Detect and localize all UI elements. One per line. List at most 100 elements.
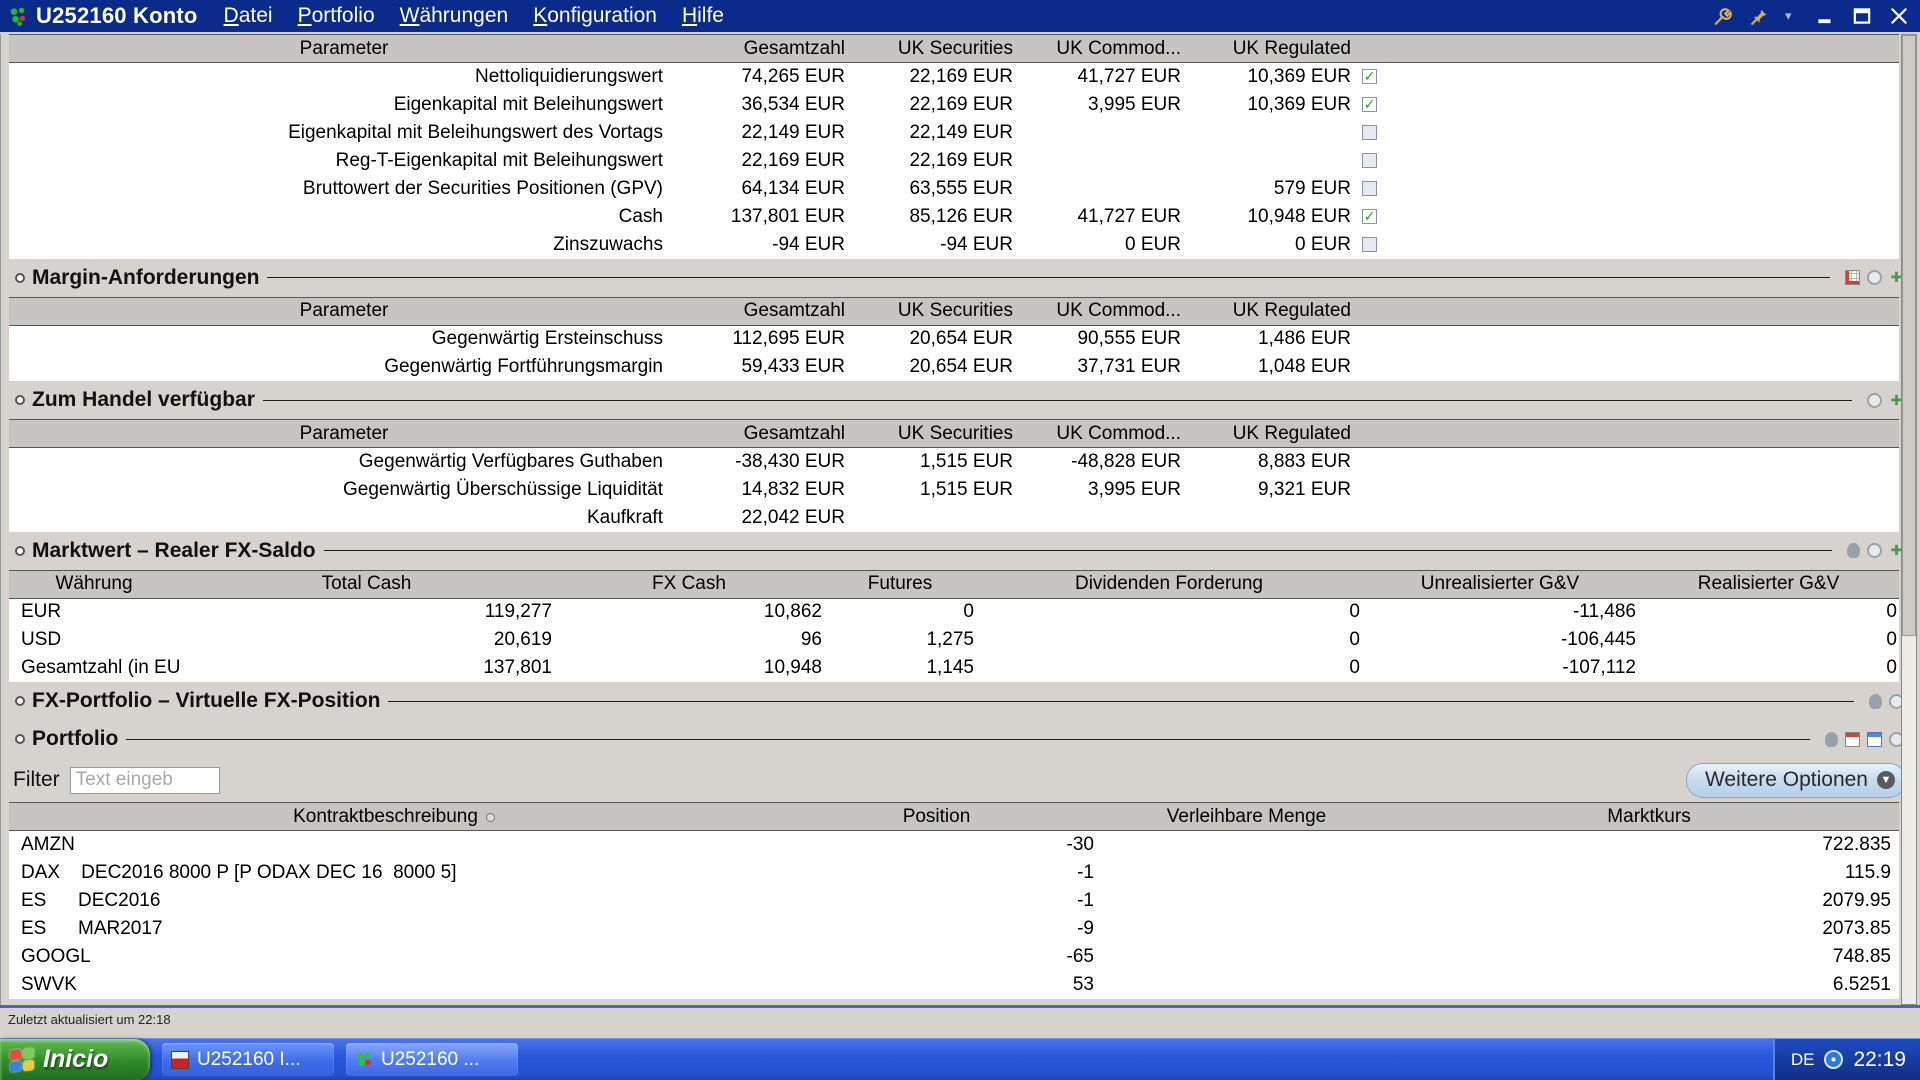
table-cell: -11,486	[1362, 598, 1638, 626]
column-header[interactable]: Total Cash	[179, 570, 554, 598]
column-header[interactable]: Verleihbare Menge	[1094, 803, 1399, 831]
collapse-toggle-icon[interactable]	[15, 273, 25, 283]
scrollbar-thumb[interactable]	[1902, 35, 1916, 636]
regulated-checkbox[interactable]	[1362, 125, 1377, 140]
collapse-toggle-icon[interactable]	[15, 696, 25, 706]
table-row[interactable]: EUR119,27710,86200-11,4860	[9, 598, 1899, 626]
regulated-checkbox[interactable]: ✓	[1362, 209, 1377, 224]
column-header[interactable]: UK Commod...	[1015, 35, 1183, 63]
regulated-checkbox[interactable]	[1362, 153, 1377, 168]
collapse-toggle-icon[interactable]	[15, 546, 25, 556]
hand-icon[interactable]	[1825, 732, 1838, 747]
wrench-icon[interactable]	[1711, 5, 1733, 27]
table-row[interactable]: Eigenkapital mit Beleihungswert des Vort…	[9, 119, 1899, 147]
divider	[267, 277, 1830, 278]
app-icon	[8, 6, 28, 26]
column-header[interactable]: Gesamtzahl	[679, 297, 847, 325]
column-header[interactable]: Parameter	[9, 35, 679, 63]
table-row[interactable]: Eigenkapital mit Beleihungswert36,534 EU…	[9, 91, 1899, 119]
table-row[interactable]: Bruttowert der Securities Positionen (GP…	[9, 175, 1899, 203]
table-row[interactable]: SWVK536.5251	[9, 971, 1899, 999]
help-icon[interactable]	[1867, 543, 1882, 558]
column-header[interactable]: Marktkurs	[1399, 803, 1899, 831]
column-header[interactable]: Position	[779, 803, 1094, 831]
table-row[interactable]: Kaufkraft22,042 EUR	[9, 504, 1899, 532]
calendar-icon[interactable]	[1845, 732, 1860, 747]
column-header[interactable]: UK Regulated	[1183, 297, 1353, 325]
section-header-marktwert: Marktwert – Realer FX-Saldo	[9, 532, 1920, 570]
column-header[interactable]: FX Cash	[554, 570, 824, 598]
table-row[interactable]: ES DEC2016-12079.95	[9, 887, 1899, 915]
table-row[interactable]: Gegenwärtig Fortführungsmargin59,433 EUR…	[9, 353, 1899, 381]
column-header[interactable]: Dividenden Forderung	[976, 570, 1362, 598]
start-button[interactable]: Inicio	[0, 1039, 150, 1080]
column-header[interactable]: UK Securities	[847, 420, 1015, 448]
column-header[interactable]: Kontraktbeschreibung	[9, 803, 779, 831]
table-row[interactable]: Gesamtzahl (in EUR)137,80110,9481,1450-1…	[9, 654, 1899, 682]
sort-icon[interactable]	[486, 813, 495, 822]
column-header[interactable]: UK Commod...	[1015, 297, 1183, 325]
section-icons	[1862, 694, 1904, 709]
column-header[interactable]: Gesamtzahl	[679, 35, 847, 63]
table-cell: 10,369 EUR	[1183, 63, 1353, 91]
language-indicator[interactable]: DE	[1791, 1050, 1815, 1070]
table-row[interactable]: AMZN-30722.835	[9, 831, 1899, 859]
table-cell	[1387, 147, 1899, 175]
regulated-checkbox[interactable]: ✓	[1362, 69, 1377, 84]
table-cell	[1387, 476, 1899, 504]
table-cell: 0	[824, 598, 976, 626]
pin-icon[interactable]	[1748, 5, 1770, 27]
taskbar-item-2[interactable]: U252160 ...	[346, 1043, 518, 1076]
table-row[interactable]: GOOGL-65748.85	[9, 943, 1899, 971]
table-row[interactable]: DAX DEC2016 8000 P [P ODAX DEC 16 8000 5…	[9, 859, 1899, 887]
collapse-toggle-icon[interactable]	[15, 734, 25, 744]
table-row[interactable]: Gegenwärtig Verfügbares Guthaben-38,430 …	[9, 448, 1899, 476]
chevron-down-icon[interactable]: ▾	[1785, 8, 1799, 24]
column-header[interactable]: Parameter	[9, 420, 679, 448]
column-header[interactable]: UK Securities	[847, 35, 1015, 63]
column-header[interactable]: Futures	[824, 570, 976, 598]
help-icon[interactable]	[1867, 393, 1882, 408]
tray-clock-icon[interactable]	[1824, 1050, 1843, 1069]
table-row[interactable]: Gegenwärtig Überschüssige Liquidität14,8…	[9, 476, 1899, 504]
close-button[interactable]	[1888, 5, 1910, 27]
maximize-button[interactable]	[1851, 5, 1873, 27]
table-row[interactable]: Nettoliquidierungswert74,265 EUR22,169 E…	[9, 63, 1899, 91]
column-header[interactable]: UK Regulated	[1183, 35, 1353, 63]
table-cell: -30	[779, 831, 1094, 859]
column-header[interactable]: Währung	[9, 570, 179, 598]
hand-icon[interactable]	[1847, 543, 1860, 558]
column-header[interactable]: UK Regulated	[1183, 420, 1353, 448]
menu-portfolio[interactable]: Portfolio	[298, 4, 375, 28]
minimize-button[interactable]	[1814, 5, 1836, 27]
menu-konfiguration[interactable]: Konfiguration	[533, 4, 657, 28]
column-header[interactable]: Unrealisierter G&V	[1362, 570, 1638, 598]
table-row[interactable]: Cash137,801 EUR85,126 EUR41,727 EUR10,94…	[9, 203, 1899, 231]
table-row[interactable]: Gegenwärtig Ersteinschuss112,695 EUR20,6…	[9, 325, 1899, 353]
column-header[interactable]: Realisierter G&V	[1638, 570, 1899, 598]
table-row[interactable]: Reg-T-Eigenkapital mit Beleihungswert22,…	[9, 147, 1899, 175]
grid-icon[interactable]	[1845, 270, 1860, 285]
menu-hilfe[interactable]: Hilfe	[682, 4, 724, 28]
taskbar-item-1[interactable]: U252160 I...	[162, 1043, 334, 1076]
menu-datei[interactable]: Datei	[224, 4, 273, 28]
clock[interactable]: 22:19	[1853, 1048, 1906, 1072]
table-row[interactable]: ES MAR2017-92073.85	[9, 915, 1899, 943]
column-header[interactable]: UK Commod...	[1015, 420, 1183, 448]
column-header[interactable]: Parameter	[9, 297, 679, 325]
vertical-scrollbar[interactable]	[1901, 34, 1917, 1005]
regulated-checkbox[interactable]	[1362, 237, 1377, 252]
regulated-checkbox[interactable]	[1362, 181, 1377, 196]
menu-waehrungen[interactable]: Währungen	[400, 4, 509, 28]
regulated-checkbox[interactable]: ✓	[1362, 97, 1377, 112]
column-header[interactable]: UK Securities	[847, 297, 1015, 325]
filter-input[interactable]	[70, 767, 220, 794]
column-header[interactable]: Gesamtzahl	[679, 420, 847, 448]
table-row[interactable]: Zinszuwachs-94 EUR-94 EUR0 EUR0 EUR	[9, 231, 1899, 259]
hand-icon[interactable]	[1869, 694, 1882, 709]
more-options-button[interactable]: Weitere Optionen ▼	[1686, 763, 1906, 798]
window-icon[interactable]	[1867, 732, 1882, 747]
collapse-toggle-icon[interactable]	[15, 395, 25, 405]
table-row[interactable]: USD20,619961,2750-106,4450	[9, 626, 1899, 654]
help-icon[interactable]	[1867, 270, 1882, 285]
